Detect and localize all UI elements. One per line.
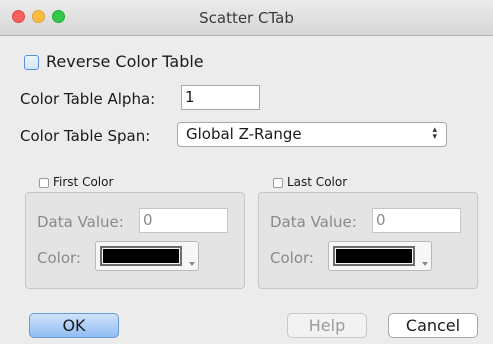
first-color-group: Data Value: 0 Color: [25, 192, 245, 289]
last-color-data-value-input[interactable]: 0 [372, 208, 461, 233]
first-color-color-label: Color: [37, 249, 81, 267]
reverse-color-table-label: Reverse Color Table [46, 52, 204, 71]
last-color-legend: Last Color [287, 175, 348, 189]
color-table-alpha-input[interactable]: 1 [181, 85, 260, 110]
cancel-button[interactable]: Cancel [388, 313, 478, 338]
first-color-data-value-label: Data Value: [37, 213, 124, 231]
first-color-legend: First Color [53, 175, 114, 189]
last-color-checkbox[interactable] [273, 178, 283, 188]
ok-button[interactable]: OK [29, 313, 119, 338]
first-color-checkbox[interactable] [39, 178, 49, 188]
help-button[interactable]: Help [287, 313, 367, 338]
color-table-span-value: Global Z-Range [186, 125, 302, 143]
select-arrows-icon: ▴ ▾ [432, 125, 437, 142]
last-color-swatch-button[interactable] [328, 241, 432, 271]
last-color-swatch [333, 246, 415, 266]
chevron-down-icon [422, 262, 428, 266]
first-color-swatch-button[interactable] [95, 241, 199, 271]
color-table-span-label: Color Table Span: [20, 127, 151, 145]
first-color-swatch [100, 246, 182, 266]
first-color-data-value-input[interactable]: 0 [139, 208, 228, 233]
last-color-color-label: Color: [270, 249, 314, 267]
last-color-data-value-label: Data Value: [270, 213, 357, 231]
color-table-alpha-label: Color Table Alpha: [20, 90, 156, 108]
color-table-span-select[interactable]: Global Z-Range ▴ ▾ [177, 122, 447, 147]
window-title: Scatter CTab [199, 9, 294, 27]
last-color-group: Data Value: 0 Color: [258, 192, 478, 289]
title-bar: Scatter CTab [0, 0, 493, 36]
reverse-color-table-checkbox[interactable] [24, 55, 39, 70]
chevron-down-icon [189, 262, 195, 266]
